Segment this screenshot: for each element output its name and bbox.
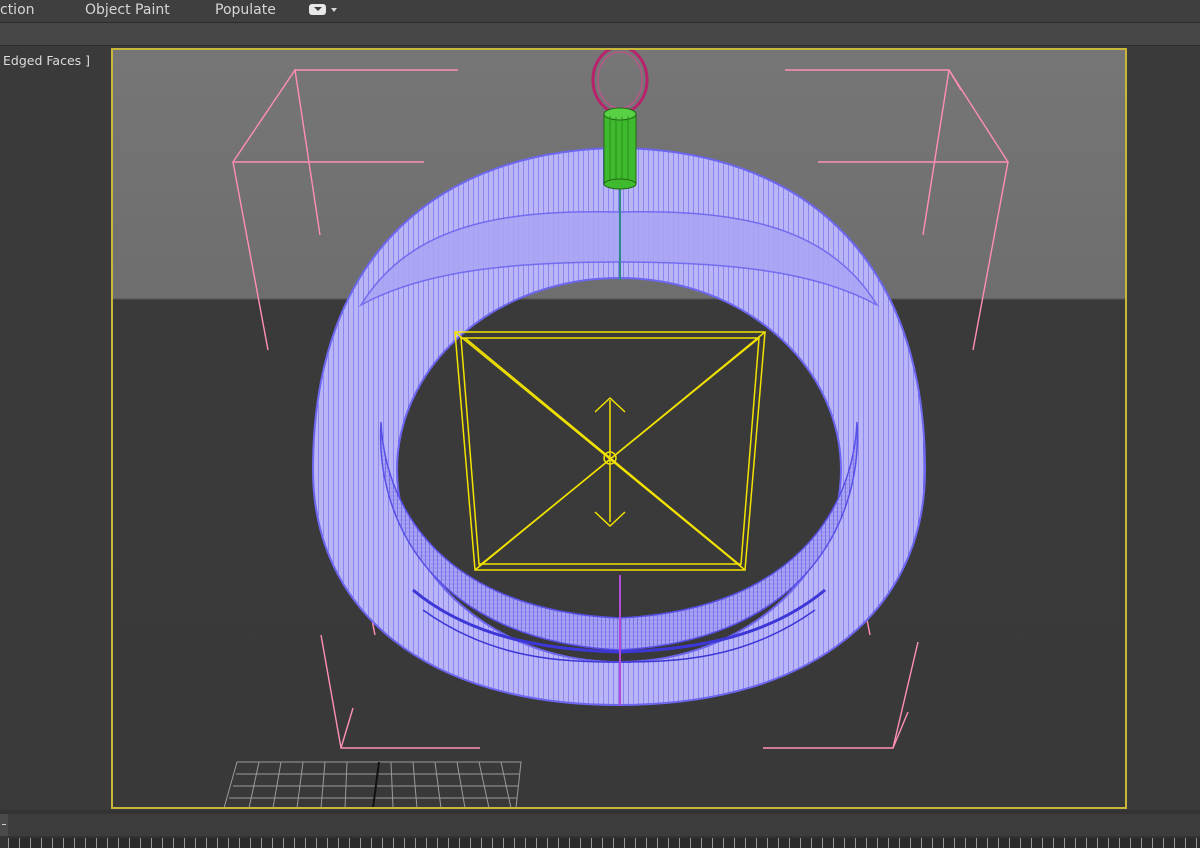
active-viewport[interactable]: [111, 48, 1127, 809]
time-slider-track[interactable]: [8, 814, 1200, 836]
cylinder-object[interactable]: [603, 107, 637, 190]
home-grid: [223, 761, 522, 807]
left-viewport-gutter: [0, 46, 111, 810]
ribbon-tab-bar: ction Object Paint Populate: [0, 0, 1200, 22]
viewport-shading-label[interactable]: Edged Faces ]: [3, 53, 90, 68]
ribbon-display-toggle-icon[interactable]: [309, 3, 339, 17]
tab-object-paint[interactable]: Object Paint: [85, 1, 170, 19]
frame-ticks: [8, 838, 1200, 848]
tab-selection[interactable]: ction: [0, 1, 35, 19]
hook-ring[interactable]: [591, 50, 649, 115]
viewport-scene: [223, 50, 1009, 807]
right-viewport-gutter: [1128, 46, 1200, 810]
ribbon-minimize-icon: [309, 4, 326, 15]
chevron-down-icon: [331, 8, 337, 12]
timeline-track-bar[interactable]: [0, 810, 1200, 848]
ribbon-panel-strip: [0, 22, 1200, 46]
tab-populate[interactable]: Populate: [215, 1, 276, 19]
